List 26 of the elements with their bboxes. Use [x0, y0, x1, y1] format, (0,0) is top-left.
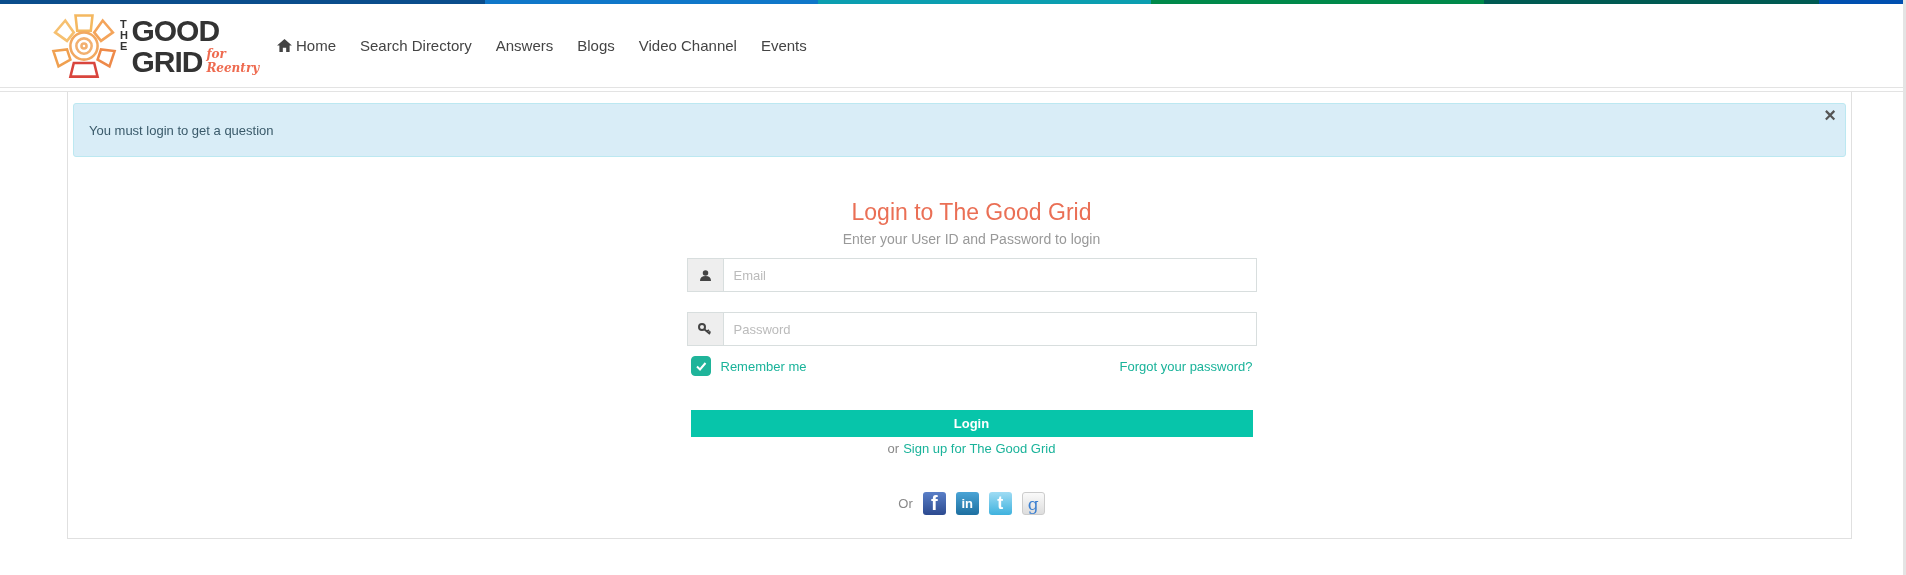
close-button[interactable]: × — [1821, 106, 1839, 124]
or-text: Or — [898, 496, 913, 511]
flower-logo-icon — [50, 11, 118, 80]
logo-tagline: for Reentry — [206, 46, 261, 77]
nav-link[interactable]: Answers — [495, 37, 554, 54]
nav-link[interactable]: Events — [760, 37, 807, 54]
nav-link[interactable]: Video Channel — [638, 37, 737, 54]
checkbox-label: Remember me — [720, 358, 807, 374]
login-subtitle: Enter your User ID and Password to login — [841, 231, 1102, 247]
nav-link[interactable]: Home — [277, 37, 336, 54]
check-icon — [694, 360, 707, 372]
user-icon — [699, 269, 711, 281]
alert-text: You must login to get a question — [89, 122, 274, 138]
nav-link[interactable]: Blogs — [577, 37, 615, 54]
home-icon — [277, 39, 292, 52]
key-icon — [698, 323, 712, 335]
social-login-button[interactable]: in — [955, 492, 979, 515]
social-login-button[interactable]: g — [1021, 492, 1045, 515]
logo-text: THE — [120, 16, 129, 52]
login-title: Login to The Good Grid — [850, 199, 1093, 226]
or-text: or — [887, 441, 900, 456]
nav-link[interactable]: Search Directory — [360, 37, 472, 54]
logo-text: GOOD — [131, 14, 221, 47]
social-login-button[interactable]: f — [922, 492, 946, 515]
logo-text: GRID — [131, 46, 203, 77]
checkbox[interactable] — [690, 356, 711, 376]
